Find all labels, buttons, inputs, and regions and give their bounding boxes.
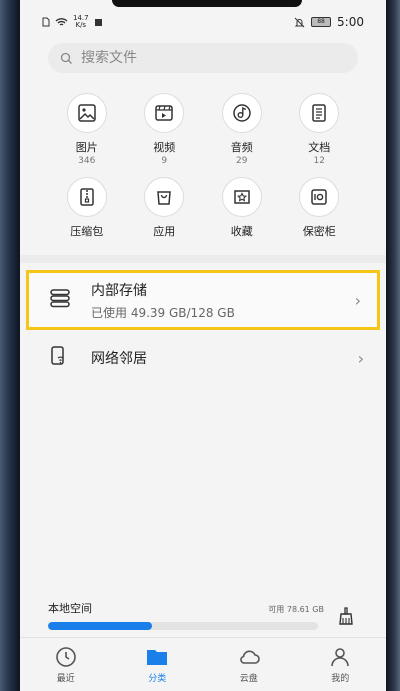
storage-progress-fill [48, 622, 153, 630]
network-speed: 14.7 K/s [73, 14, 89, 29]
category-count: 346 [78, 156, 96, 166]
category-videos[interactable]: 视频 9 [126, 93, 204, 169]
category-label: 图片 [75, 141, 98, 154]
category-label: 保密柜 [302, 225, 336, 238]
safe-icon [311, 189, 327, 205]
internal-storage-usage: 已使用 49.39 GB/128 GB [91, 305, 235, 320]
nav-label: 云盘 [239, 674, 258, 684]
storage-stack-icon [50, 289, 70, 308]
phone-bezel-left [0, 0, 20, 691]
app-bag-icon [157, 191, 172, 205]
search-icon [60, 52, 72, 64]
nav-recent[interactable]: 最近 [36, 645, 96, 684]
phone-bezel-right [386, 0, 400, 691]
mute-bell-icon [294, 17, 305, 27]
status-bar: 14.7 K/s 88 5:00 [20, 12, 386, 32]
clock-icon [55, 647, 76, 667]
audio-icon [233, 104, 251, 122]
category-documents[interactable]: 文档 12 [281, 93, 359, 169]
camera-notch [112, 0, 302, 7]
search-bar[interactable] [48, 43, 358, 73]
person-icon [331, 648, 350, 667]
category-apps[interactable]: 应用 [126, 177, 204, 253]
category-label: 视频 [153, 141, 176, 154]
category-archives[interactable]: 压缩包 [48, 177, 126, 253]
sim-icon [42, 17, 50, 27]
chevron-right-icon: › [354, 290, 361, 310]
category-images[interactable]: 图片 346 [48, 93, 126, 169]
clean-broom-button[interactable] [336, 606, 356, 626]
section-divider [20, 255, 386, 263]
local-space-summary: 本地空间 可用 78.61 GB [48, 600, 324, 630]
battery-icon: 88 [311, 17, 332, 27]
notification-square-icon [94, 18, 102, 26]
network-neighborhood-title: 网络邻居 [91, 351, 147, 367]
wifi-icon [55, 18, 68, 26]
nav-label: 最近 [56, 674, 75, 684]
internal-storage-title: 内部存储 [91, 282, 147, 299]
bottom-navigation: 最近 分类 云盘 我的 [20, 637, 386, 691]
favorite-icon [234, 190, 250, 204]
broom-icon [339, 607, 353, 625]
storage-progress-bar [48, 622, 318, 630]
video-icon [155, 105, 173, 121]
search-input[interactable] [81, 50, 321, 66]
archive-icon [80, 188, 94, 206]
category-label: 文档 [308, 141, 331, 154]
nav-categories[interactable]: 分类 [127, 645, 187, 684]
category-audio[interactable]: 音频 29 [203, 93, 281, 169]
category-label: 压缩包 [70, 225, 104, 238]
phone-screen: 14.7 K/s 88 5:00 图片 346 视频 9 [20, 0, 386, 691]
category-count: 12 [313, 156, 325, 166]
category-count: 29 [236, 156, 248, 166]
clock-time: 5:00 [337, 15, 364, 29]
category-favorites[interactable]: 收藏 [203, 177, 281, 253]
nav-label: 分类 [148, 674, 167, 684]
local-space-available: 可用 78.61 GB [268, 605, 324, 614]
category-label: 应用 [153, 225, 176, 238]
category-label: 音频 [230, 141, 253, 154]
category-grid: 图片 346 视频 9 音频 29 文档 12 压缩包 应用 收藏 保密柜 [48, 93, 358, 253]
category-safe[interactable]: 保密柜 [281, 177, 359, 253]
local-space-label: 本地空间 [48, 602, 92, 615]
cloud-icon [239, 650, 260, 664]
image-icon [78, 104, 96, 122]
nav-cloud[interactable]: 云盘 [219, 645, 279, 684]
folder-icon [147, 650, 168, 665]
document-icon [312, 104, 326, 122]
nav-label: 我的 [331, 674, 350, 684]
category-count: 9 [161, 156, 168, 166]
network-device-icon [51, 346, 64, 365]
network-neighborhood-item[interactable]: 网络邻居 › [26, 336, 380, 380]
category-label: 收藏 [230, 225, 253, 238]
internal-storage-item[interactable]: 内部存储 已使用 49.39 GB/128 GB › [26, 270, 380, 330]
nav-me[interactable]: 我的 [310, 645, 370, 684]
chevron-right-icon: › [357, 348, 364, 368]
